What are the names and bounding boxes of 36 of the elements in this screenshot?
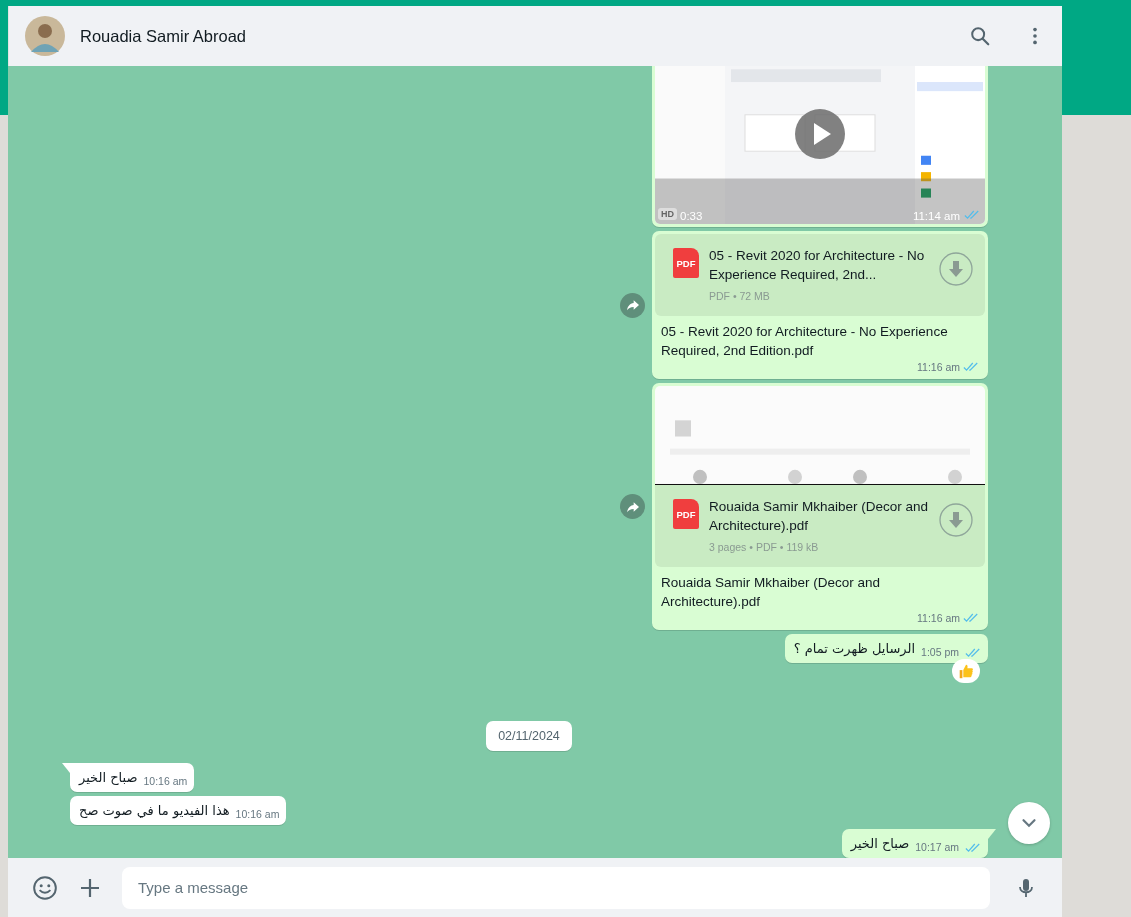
message-text: هذا الفيديو ما في صوت صح	[79, 803, 230, 820]
message-time: 11:16 am	[917, 361, 960, 373]
thumbs-up-icon	[957, 662, 975, 680]
avatar[interactable]	[25, 16, 65, 56]
emoji-icon[interactable]	[32, 874, 58, 901]
download-icon[interactable]	[939, 252, 973, 286]
pdf-file-icon: PDF	[673, 248, 699, 278]
message-text: صباح الخير	[79, 770, 138, 787]
download-icon[interactable]	[939, 503, 973, 537]
message-time: 10:16 am	[143, 775, 188, 787]
message-time: 10:17 am	[915, 841, 959, 853]
message-time: 11:14 am	[912, 210, 960, 222]
file-name: 05 - Revit 2020 for Architecture - No Experience Required, 2nd...	[709, 247, 926, 284]
message-input[interactable]: Type a message	[122, 866, 990, 909]
message-time: 10:16 am	[235, 808, 280, 820]
search-icon[interactable]	[969, 25, 991, 47]
pdf-file-icon: PDF	[673, 499, 699, 529]
quality-badge: HD	[658, 208, 677, 220]
date-separator: 02/11/2024	[486, 721, 572, 751]
document-card[interactable]: PDF 05 - Revit 2020 for Architecture - No Experience Required, 2nd... PDF • 72 MB	[655, 234, 985, 316]
play-icon[interactable]	[795, 109, 845, 159]
scroll-down-button[interactable]	[1008, 802, 1050, 844]
message-text: صباح الخير	[850, 836, 910, 853]
video-message[interactable]: HD 0:33 11:14 am	[652, 66, 988, 227]
message-time: 11:16 am	[917, 612, 960, 624]
video-duration: 0:33	[680, 210, 703, 222]
file-details: 3 pages • PDF • 119 kB	[709, 541, 820, 553]
file-details: PDF • 72 MB	[709, 290, 771, 302]
message-text: Rouaida Samir Mkhaiber (Decor and Architecture).pdf	[661, 574, 882, 611]
document-card[interactable]: PDF Rouaida Samir Mkhaiber (Decor and Architecture).pdf 3 pages • PDF • 119 kB	[655, 485, 985, 567]
message-text: 05 - Revit 2020 for Architecture - No Experience Required, 2nd Edition.pdf	[661, 323, 949, 360]
forward-button[interactable]	[620, 292, 645, 318]
message-time: 1:05 pm	[921, 646, 959, 658]
contact-name[interactable]: Rouadia Samir Abroad	[80, 26, 246, 46]
message-text: الرسايل ظهرت تمام ؟	[793, 641, 916, 658]
file-name: Rouaida Samir Mkhaiber (Decor and Architecture).pdf	[709, 498, 929, 535]
